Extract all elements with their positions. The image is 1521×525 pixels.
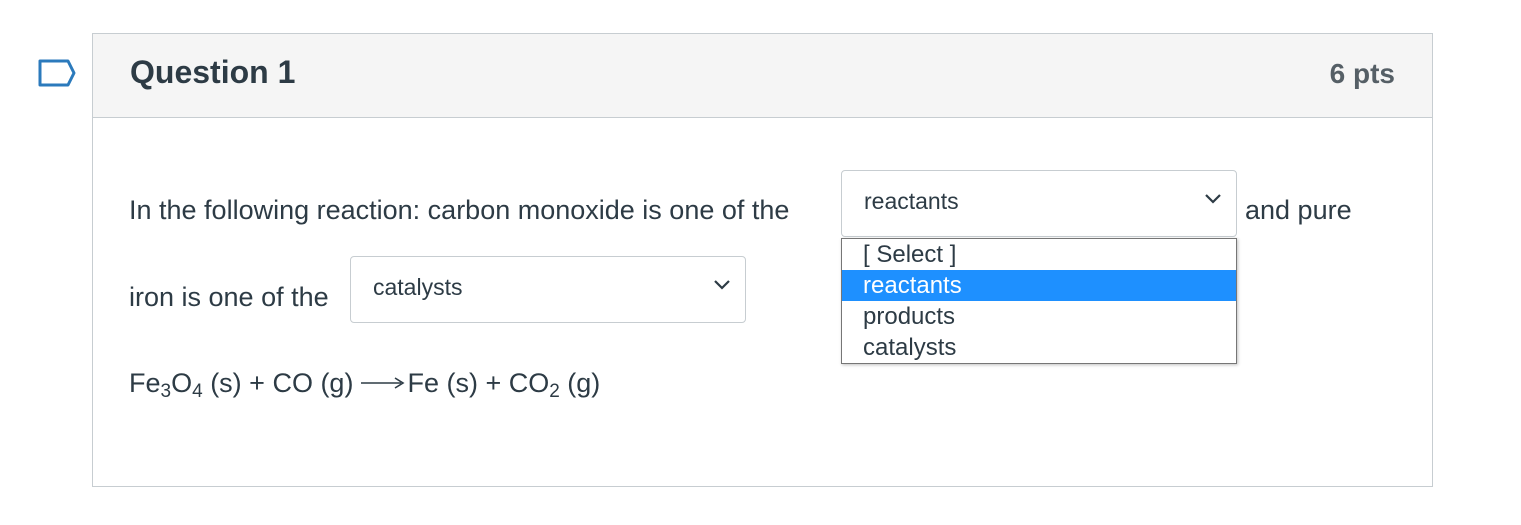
answer-select-1[interactable]: reactants xyxy=(841,170,1237,237)
select-1-dropdown-list: [ Select ] reactants products catalysts xyxy=(841,238,1237,364)
select-2-value: catalysts xyxy=(373,274,463,300)
dropdown-option[interactable]: catalysts xyxy=(842,332,1236,363)
eq-rhs-rest: (g) xyxy=(559,368,601,398)
chemical-equation: Fe3O4 (s) + CO (g) Fe (s) + CO2 (g) xyxy=(129,368,600,403)
eq-lhs-rest: (s) + CO (g) xyxy=(202,368,354,398)
quiz-page: Question 1 6 pts In the following reacti… xyxy=(0,0,1521,525)
question-text-part3: iron is one of the xyxy=(129,282,329,312)
eq-fe: Fe xyxy=(129,368,161,398)
eq-o: O xyxy=(171,368,193,398)
question-header: Question 1 6 pts xyxy=(93,34,1432,118)
eq-rhs: Fe (s) + CO xyxy=(407,368,550,398)
eq-co2-subscript: 2 xyxy=(549,381,560,402)
reaction-arrow-icon xyxy=(361,377,405,389)
select-1-value: reactants xyxy=(864,188,959,214)
answer-select-2[interactable]: catalysts xyxy=(350,256,746,323)
flag-question-icon[interactable] xyxy=(38,59,76,87)
dropdown-option-highlighted[interactable]: reactants xyxy=(842,270,1236,301)
eq-o-subscript: 4 xyxy=(192,381,203,402)
question-points: 6 pts xyxy=(1329,58,1395,89)
dropdown-option[interactable]: products xyxy=(842,301,1236,332)
dropdown-option[interactable]: [ Select ] xyxy=(842,239,1236,270)
question-text-part1: In the following reaction: carbon monoxi… xyxy=(129,195,790,225)
question-text-part2: and pure xyxy=(1245,195,1352,225)
eq-fe-subscript: 3 xyxy=(160,381,172,402)
chevron-down-icon xyxy=(1205,194,1221,204)
question-title: Question 1 xyxy=(130,54,296,90)
chevron-down-icon xyxy=(714,280,730,290)
